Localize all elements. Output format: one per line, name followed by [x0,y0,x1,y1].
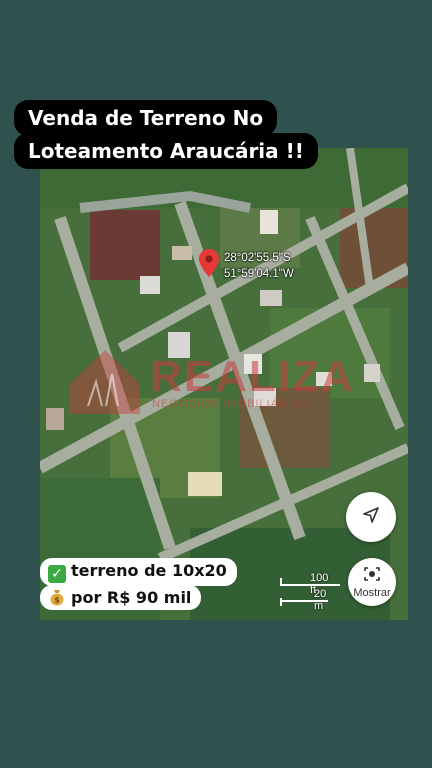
lens-button-label: Mostrar [353,586,391,599]
longitude-text: 51°59'04.1"W [224,268,294,280]
navigation-arrow-icon [362,506,380,528]
coordinates-label: 28°02'55.5"S 51°59'04.1"W [224,250,294,282]
price-label: $ por R$ 90 mil [40,585,202,610]
svg-text:$: $ [54,596,60,605]
latitude-text: 28°02'55.5"S [224,252,291,264]
lens-button[interactable]: Mostrar [348,558,396,606]
lens-camera-icon [363,566,381,586]
money-bag-icon: $ [48,588,66,606]
location-pin-icon[interactable] [198,248,220,282]
title-line-1: Venda de Terreno No [14,100,278,136]
price-text: por R$ 90 mil [71,588,192,607]
check-mark-icon: ✓ [48,565,66,583]
navigation-button[interactable] [346,492,396,542]
title-line-2: Loteamento Araucária !! [14,133,318,169]
watermark-subtext: NEGÓCIOS IMOBILIÁRIOS [152,398,310,410]
lot-size-text: terreno de 10x20 [71,561,227,580]
watermark-logo [66,344,144,420]
lot-size-label: ✓ terreno de 10x20 [40,558,237,586]
watermark-text: REALIZA [150,352,355,401]
